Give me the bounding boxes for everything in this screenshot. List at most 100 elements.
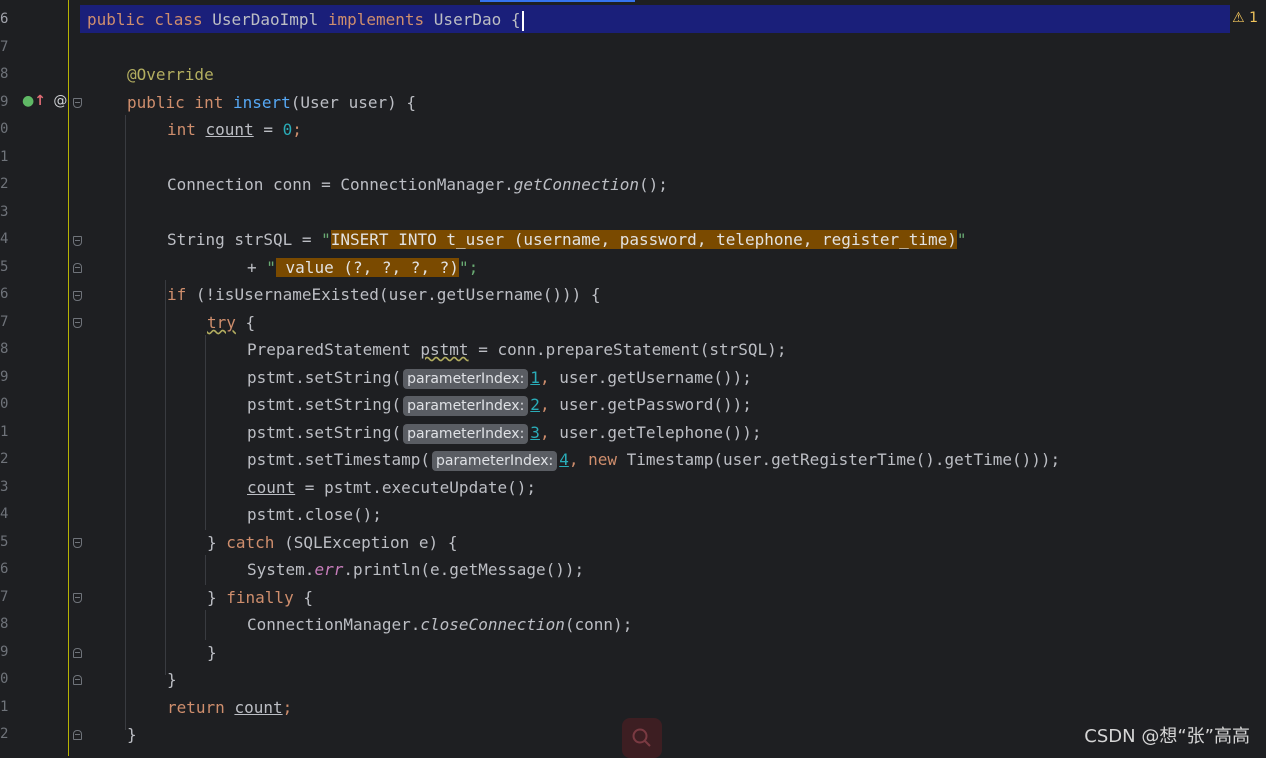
line-number[interactable]: 8 bbox=[0, 611, 22, 639]
keyword: try bbox=[207, 313, 236, 332]
line-number[interactable]: 2 bbox=[0, 446, 22, 474]
code-text: pstmt.setTimestamp( bbox=[247, 450, 431, 469]
keyword: public class bbox=[87, 10, 213, 29]
vcs-change-marker bbox=[68, 0, 69, 756]
arrow-up-icon[interactable]: ↑ bbox=[34, 93, 46, 109]
line-number[interactable]: 2 bbox=[0, 171, 22, 199]
annotation: @Override bbox=[127, 65, 214, 84]
code-line-36[interactable]: System.err.println(e.getMessage()); bbox=[247, 556, 584, 584]
line-number[interactable]: 0 bbox=[0, 391, 22, 419]
code-line-28[interactable]: PreparedStatement pstmt = conn.prepareSt… bbox=[247, 336, 786, 364]
code-line-27[interactable]: try { bbox=[207, 309, 255, 337]
code-text: } bbox=[207, 588, 227, 607]
editor-gutter: 678901234567890123456789012 ●↑ @ bbox=[0, 0, 82, 756]
code-line-33[interactable]: count = pstmt.executeUpdate(); bbox=[247, 474, 536, 502]
code-text: } bbox=[167, 670, 177, 689]
line-number[interactable]: 3 bbox=[0, 474, 22, 502]
code-text: .println(e.getMessage()); bbox=[343, 560, 585, 579]
keyword: new bbox=[578, 450, 627, 469]
code-line-42[interactable]: } bbox=[127, 721, 137, 749]
line-number[interactable]: 5 bbox=[0, 529, 22, 557]
code-line-37[interactable]: } finally { bbox=[207, 584, 313, 612]
line-number[interactable]: 9 bbox=[0, 364, 22, 392]
indent-guide bbox=[125, 115, 126, 730]
line-number[interactable]: 1 bbox=[0, 144, 22, 172]
line-number[interactable]: 2 bbox=[0, 721, 22, 749]
code-line-35[interactable]: } catch (SQLException e) { bbox=[207, 529, 457, 557]
line-number[interactable]: 3 bbox=[0, 199, 22, 227]
line-number[interactable]: 7 bbox=[0, 584, 22, 612]
code-area[interactable]: public class UserDaoImpl implements User… bbox=[80, 0, 1266, 756]
line-number[interactable]: 4 bbox=[0, 501, 22, 529]
watermark: CSDN @想“张”高高 bbox=[1084, 726, 1250, 747]
line-number[interactable]: 9 bbox=[0, 639, 22, 667]
floating-search-button[interactable] bbox=[622, 718, 662, 758]
variable: count bbox=[234, 698, 283, 717]
code-line-20[interactable]: int count = 0; bbox=[167, 116, 302, 144]
code-line-38[interactable]: ConnectionManager.closeConnection(conn); bbox=[247, 611, 632, 639]
code-line-32[interactable]: pstmt.setTimestamp(parameterIndex: 4, new… bbox=[247, 446, 1060, 474]
parameter-hint: parameterIndex: bbox=[403, 369, 529, 389]
code-line-41[interactable]: return count; bbox=[167, 694, 292, 722]
code-line-22[interactable]: Connection conn = ConnectionManager.getC… bbox=[167, 171, 668, 199]
code-text: pstmt.setString( bbox=[247, 395, 402, 414]
static-field: err bbox=[314, 560, 344, 579]
text-cursor bbox=[521, 10, 524, 31]
line-number[interactable]: 0 bbox=[0, 666, 22, 694]
code-text: (); bbox=[639, 175, 668, 194]
number-literal: 1 bbox=[530, 368, 540, 387]
indent-guide bbox=[205, 335, 206, 530]
code-line-29[interactable]: pstmt.setString(parameterIndex: 1, user.g… bbox=[247, 364, 752, 392]
line-number[interactable]: 6 bbox=[0, 281, 22, 309]
code-text: (User user) { bbox=[290, 93, 416, 112]
static-method: getConnection bbox=[513, 175, 640, 194]
code-line-30[interactable]: pstmt.setString(parameterIndex: 2, user.g… bbox=[247, 391, 752, 419]
code-line-18[interactable]: @Override bbox=[127, 61, 214, 89]
parameter-hint: parameterIndex: bbox=[403, 396, 529, 416]
annotation-icon: @ bbox=[53, 93, 68, 109]
number-literal: 2 bbox=[530, 395, 540, 414]
line-number[interactable]: 8 bbox=[0, 61, 22, 89]
semicolon: ; bbox=[292, 120, 302, 139]
line-number[interactable]: 7 bbox=[0, 34, 22, 62]
code-text: (SQLException e) { bbox=[284, 533, 458, 552]
keyword: public int bbox=[127, 93, 233, 112]
number-literal: 0 bbox=[282, 120, 293, 139]
line-number[interactable]: 9 bbox=[0, 89, 22, 117]
string-quote: " bbox=[321, 230, 331, 249]
static-method: closeConnection bbox=[420, 615, 565, 634]
line-number[interactable]: 4 bbox=[0, 226, 22, 254]
code-line-26[interactable]: if (!isUsernameExisted(user.getUsername(… bbox=[167, 281, 600, 309]
code-line-16[interactable]: public class UserDaoImpl implements User… bbox=[87, 6, 524, 34]
code-line-31[interactable]: pstmt.setString(parameterIndex: 3, user.g… bbox=[247, 419, 762, 447]
line-number[interactable]: 6 bbox=[0, 6, 22, 34]
line-number[interactable]: 0 bbox=[0, 116, 22, 144]
line-number[interactable]: 5 bbox=[0, 254, 22, 282]
implements-method-icon[interactable]: ● bbox=[22, 93, 34, 109]
keyword: return bbox=[167, 698, 235, 717]
code-line-34[interactable]: pstmt.close(); bbox=[247, 501, 382, 529]
string-quote: " bbox=[956, 230, 967, 249]
class-name: UserDaoImpl bbox=[212, 10, 328, 29]
keyword: if bbox=[167, 285, 196, 304]
indent-guide bbox=[205, 610, 206, 640]
line-number[interactable]: 8 bbox=[0, 336, 22, 364]
code-line-39[interactable]: } bbox=[207, 639, 217, 667]
code-text: (conn); bbox=[564, 615, 633, 634]
line-number[interactable]: 1 bbox=[0, 694, 22, 722]
method-name: insert bbox=[232, 93, 291, 112]
code-editor[interactable]: 678901234567890123456789012 ●↑ @ public … bbox=[0, 0, 1266, 758]
line-number[interactable]: 1 bbox=[0, 419, 22, 447]
line-number[interactable]: 7 bbox=[0, 309, 22, 337]
code-line-25[interactable]: + " value (?, ?, ?, ?)"; bbox=[247, 254, 478, 282]
code-line-24[interactable]: String strSQL = "INSERT INTO t_user (use… bbox=[167, 226, 967, 254]
line-number[interactable]: 6 bbox=[0, 556, 22, 584]
warning-indicator[interactable]: ⚠ 1 bbox=[1232, 10, 1258, 26]
code-text: { bbox=[235, 313, 256, 332]
code-line-19[interactable]: public int insert(User user) { bbox=[127, 89, 416, 117]
code-text: { bbox=[303, 588, 313, 607]
selected-sql-text: INSERT INTO t_user (username, password, … bbox=[330, 230, 957, 249]
code-line-40[interactable]: } bbox=[167, 666, 177, 694]
semicolon: ; bbox=[282, 698, 293, 717]
code-text: pstmt.setString( bbox=[247, 423, 402, 442]
